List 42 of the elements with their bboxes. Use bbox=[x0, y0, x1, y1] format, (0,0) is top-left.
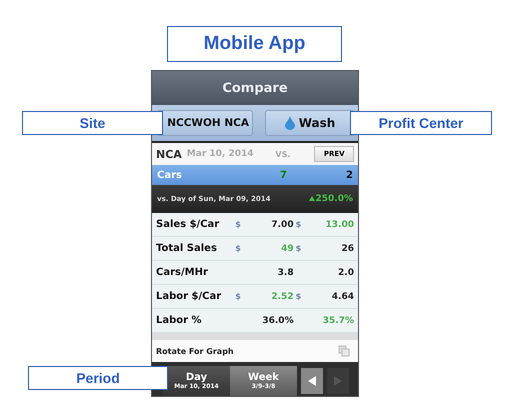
change-value: 250.0% bbox=[308, 194, 353, 204]
currency-symbol: $ bbox=[235, 220, 241, 230]
copy-icon bbox=[338, 345, 350, 357]
metric-value: 7.00 bbox=[271, 220, 294, 230]
metric-label: Total Sales bbox=[156, 243, 218, 254]
currency-symbol: $ bbox=[296, 220, 302, 230]
water-drop-icon bbox=[284, 116, 295, 130]
metric-value: 2.52 bbox=[271, 292, 294, 302]
currency-symbol: $ bbox=[296, 244, 302, 254]
metric-value: 2.0 bbox=[338, 268, 354, 278]
site-name: NCA bbox=[156, 148, 182, 160]
callout-label: Site bbox=[22, 111, 163, 135]
currency-symbol: $ bbox=[235, 292, 241, 302]
diagram-title: Mobile App bbox=[167, 26, 342, 62]
site-button[interactable]: NCCWOH NCA bbox=[157, 110, 253, 136]
left-triangle-icon bbox=[308, 376, 316, 386]
metric-label: Sales $/Car bbox=[156, 219, 220, 230]
metric-value: 26 bbox=[341, 244, 354, 254]
metric-value: 35.7% bbox=[322, 316, 354, 326]
metric-label: Cars/MHr bbox=[156, 267, 209, 278]
metric-label: Cars bbox=[157, 170, 183, 180]
currency-symbol: $ bbox=[296, 292, 302, 302]
metric-value: 3.8 bbox=[278, 268, 294, 278]
metric-value: 13.00 bbox=[326, 220, 354, 230]
metric-label: Labor % bbox=[156, 315, 203, 326]
metric-value: 4.64 bbox=[332, 292, 354, 302]
vs-label: VS. bbox=[275, 150, 292, 158]
right-triangle-icon bbox=[334, 376, 342, 386]
callout-label: Period bbox=[28, 366, 168, 390]
metric-value: 49 bbox=[281, 244, 294, 254]
metric-value: 2 bbox=[346, 170, 353, 180]
metric-label: Labor $/Car bbox=[156, 291, 222, 302]
date-label: Mar 10, 2014 bbox=[186, 149, 255, 159]
previous-arrow-button[interactable] bbox=[301, 368, 323, 394]
profit-center-button[interactable]: Wash bbox=[265, 110, 355, 136]
screen-title: Compare bbox=[152, 71, 358, 105]
currency-symbol: $ bbox=[235, 244, 241, 254]
callout-label: Profit Center bbox=[350, 111, 492, 135]
hint-text: Rotate For Graph bbox=[156, 346, 234, 356]
metric-value: 7 bbox=[280, 170, 288, 180]
metric-value: 36.0% bbox=[262, 316, 294, 326]
selected-metric-row[interactable]: Cars 7 2 bbox=[152, 165, 358, 185]
